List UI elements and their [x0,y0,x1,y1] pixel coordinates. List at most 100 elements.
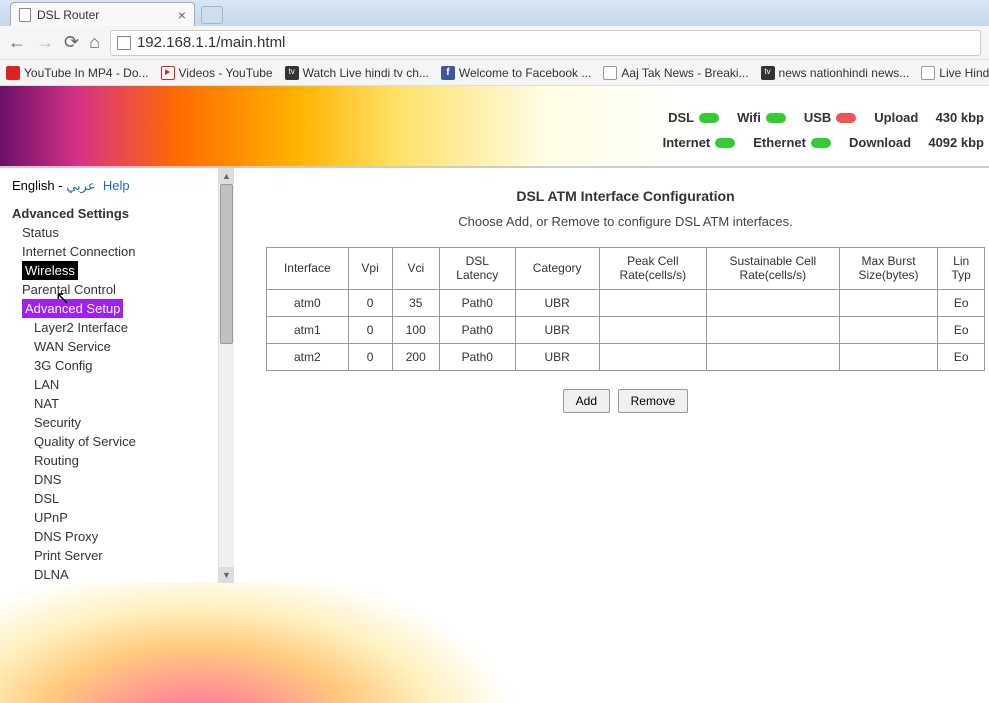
bookmark-icon [603,66,617,80]
browser-tab-bar: DSL Router × [0,0,989,26]
sidebar-item-status[interactable]: Status [12,223,214,242]
sidebar-wrap: English - عربي Help Advanced Settings St… [0,168,236,583]
cell-vpi: 0 [348,343,392,370]
bookmark-icon: tv [285,66,299,80]
page-title: DSL ATM Interface Configuration [266,188,985,204]
led-icon [699,113,719,123]
status-internet: Internet [663,135,736,150]
bookmark-item[interactable]: fWelcome to Facebook ... [441,66,592,80]
status-dsl: DSL [668,110,719,125]
reload-button[interactable]: ⟳ [64,32,79,53]
close-icon[interactable]: × [178,8,186,22]
cell-sustain [706,289,839,316]
led-icon [715,138,735,148]
col-header: Sustainable Cell Rate(cells/s) [706,248,839,290]
bookmark-icon [921,66,935,80]
cell-vci: 200 [392,343,439,370]
bookmark-label: Welcome to Facebook ... [459,66,592,80]
cell-burst [839,289,938,316]
atm-table: InterfaceVpiVciDSLLatencyCategoryPeak Ce… [266,247,985,371]
col-header: LinTyp [938,248,985,290]
status-bar: DSLWifiUSB Upload 430 kbp InternetEthern… [663,110,984,160]
scroll-down-icon[interactable]: ▼ [219,567,234,583]
bookmark-item[interactable]: tvnews nationhindi news... [761,66,910,80]
cell-peak [599,289,706,316]
sidebar-item-dsl[interactable]: DSL [12,489,214,508]
cell-interface: atm2 [267,343,349,370]
cell-peak [599,316,706,343]
bookmarks-bar: YouTube In MP4 - Do... Videos - YouTube tv… [0,60,989,86]
cell-vci: 100 [392,316,439,343]
sidebar-item-3g-config[interactable]: 3G Config [12,356,214,375]
browser-tab[interactable]: DSL Router × [10,2,195,26]
cell-latency: Path0 [439,316,515,343]
bookmark-label: news nationhindi news... [779,66,910,80]
add-button[interactable]: Add [563,389,610,413]
cell-interface: atm1 [267,316,349,343]
back-button[interactable]: ← [8,32,26,53]
forward-button[interactable]: → [36,32,54,53]
browser-nav-bar: ← → ⟳ ⌂ [0,26,989,60]
sidebar-item-advanced-setup[interactable]: Advanced Setup [22,299,123,318]
cell-vci: 35 [392,289,439,316]
bookmark-item[interactable]: Videos - YouTube [161,66,273,80]
lang-english[interactable]: English [12,178,55,193]
lang-row: English - عربي Help [12,178,214,194]
scroll-thumb[interactable] [220,184,233,344]
bookmark-item[interactable]: tvWatch Live hindi tv ch... [285,66,429,80]
home-button[interactable]: ⌂ [89,32,100,53]
page-subtitle: Choose Add, or Remove to configure DSL A… [266,214,985,229]
cell-vpi: 0 [348,289,392,316]
sidebar-item-dns-proxy[interactable]: DNS Proxy [12,527,214,546]
sidebar-item-parental-control[interactable]: Parental Control [12,280,214,299]
status-wifi: Wifi [737,110,786,125]
cell-interface: atm0 [267,289,349,316]
bookmark-item[interactable]: Live Hindi News: Wa [921,66,989,80]
sidebar-item-dlna[interactable]: DLNA [12,565,214,583]
header-gradient: DSLWifiUSB Upload 430 kbp InternetEthern… [0,86,989,166]
cell-burst [839,316,938,343]
url-input[interactable] [137,34,974,51]
url-bar[interactable] [110,30,981,56]
bookmark-label: YouTube In MP4 - Do... [24,66,149,80]
remove-button[interactable]: Remove [618,389,689,413]
sidebar: English - عربي Help Advanced Settings St… [0,168,218,583]
led-icon [766,113,786,123]
page-icon [19,8,31,22]
help-link[interactable]: Help [103,178,130,193]
bookmark-icon [161,66,175,80]
sidebar-item-internet-connection[interactable]: Internet Connection [12,242,214,261]
sidebar-item-layer2-interface[interactable]: Layer2 Interface [12,318,214,337]
sidebar-item-wan-service[interactable]: WAN Service [12,337,214,356]
cell-link: Eo [938,316,985,343]
col-header: DSLLatency [439,248,515,290]
bookmark-label: Live Hindi News: Wa [939,66,989,80]
scroll-up-icon[interactable]: ▲ [219,168,234,184]
bookmark-item[interactable]: Aaj Tak News - Breaki... [603,66,748,80]
cell-category: UBR [515,289,599,316]
sidebar-item-security[interactable]: Security [12,413,214,432]
sidebar-item-print-server[interactable]: Print Server [12,546,214,565]
sidebar-item-wireless[interactable]: Wireless [22,261,78,280]
scrollbar[interactable]: ▲ ▼ [218,168,234,583]
cell-link: Eo [938,343,985,370]
sidebar-item-quality-of-service[interactable]: Quality of Service [12,432,214,451]
table-row: atm0035Path0UBREo [267,289,985,316]
lang-arabic[interactable]: عربي [66,178,95,193]
sidebar-item-lan[interactable]: LAN [12,375,214,394]
bookmark-item[interactable]: YouTube In MP4 - Do... [6,66,149,80]
sidebar-item-routing[interactable]: Routing [12,451,214,470]
sidebar-item-nat[interactable]: NAT [12,394,214,413]
led-icon [811,138,831,148]
status-usb: USB [804,110,856,125]
new-tab-button[interactable] [201,6,223,24]
tab-title: DSL Router [37,8,99,22]
cell-sustain [706,343,839,370]
sidebar-item-dns[interactable]: DNS [12,470,214,489]
sidebar-item-upnp[interactable]: UPnP [12,508,214,527]
footer-gradient [0,583,989,703]
main-area: English - عربي Help Advanced Settings St… [0,168,989,583]
table-row: atm20200Path0UBREo [267,343,985,370]
cell-vpi: 0 [348,316,392,343]
col-header: Max BurstSize(bytes) [839,248,938,290]
